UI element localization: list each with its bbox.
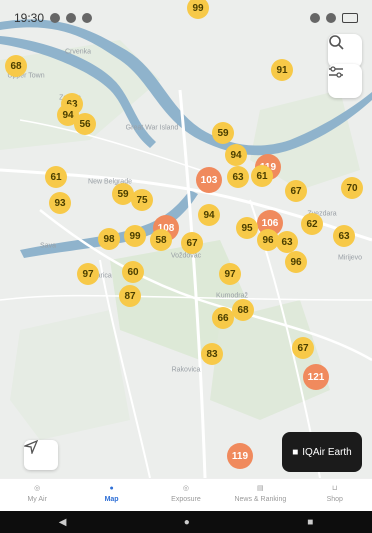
aqi-marker[interactable]: 67 xyxy=(181,232,203,254)
tab-map[interactable]: ● Map xyxy=(76,481,148,504)
tab-label: Shop xyxy=(326,496,343,503)
back-button[interactable]: ◀ xyxy=(59,517,67,528)
aqi-marker[interactable]: 103 xyxy=(196,167,222,193)
status-bar: 19:30 xyxy=(0,0,372,36)
tab-news-ranking[interactable]: ▤ News & Ranking xyxy=(224,481,296,503)
aqi-marker[interactable]: 94 xyxy=(225,144,247,166)
air-quality-map[interactable]: Crvenka Upper Town Zemun New Belgrade Gr… xyxy=(0,0,372,478)
aqi-marker[interactable]: 91 xyxy=(271,59,293,81)
filter-button[interactable] xyxy=(328,64,362,98)
aqi-marker[interactable]: 87 xyxy=(119,285,141,307)
tab-my-air[interactable]: ◎ My Air xyxy=(1,481,73,503)
aqi-marker[interactable]: 95 xyxy=(236,217,258,239)
globe-icon: ● xyxy=(109,484,114,492)
iqair-earth-button[interactable]: ■ IQAir Earth xyxy=(282,432,362,472)
aqi-marker[interactable]: 68 xyxy=(232,299,254,321)
system-navigation-bar: ◀ ● ■ xyxy=(0,511,372,533)
clock: 19:30 xyxy=(14,11,45,25)
aqi-marker[interactable]: 63 xyxy=(333,225,355,247)
aqi-marker[interactable]: 94 xyxy=(198,204,220,226)
alarm-icon xyxy=(310,13,320,23)
tab-label: Map xyxy=(104,496,119,503)
call-icon xyxy=(50,13,61,23)
earth-label: IQAir Earth xyxy=(302,446,352,458)
aqi-marker[interactable]: 62 xyxy=(301,213,323,235)
aqi-marker[interactable]: 68 xyxy=(5,55,27,77)
iqair-map-screen: Crvenka Upper Town Zemun New Belgrade Gr… xyxy=(0,0,372,533)
aqi-marker[interactable]: 58 xyxy=(150,229,172,251)
aqi-marker[interactable]: 121 xyxy=(303,364,329,390)
aqi-marker[interactable]: 63 xyxy=(276,231,298,253)
earth-icon: ■ xyxy=(292,446,299,458)
cart-icon: ⊔ xyxy=(332,485,338,492)
aqi-marker[interactable]: 56 xyxy=(74,113,96,135)
battery-icon xyxy=(342,13,358,23)
tab-label: News & Ranking xyxy=(234,496,287,503)
search-icon xyxy=(329,35,344,50)
aqi-marker[interactable]: 61 xyxy=(251,165,273,187)
search-button[interactable] xyxy=(328,34,362,68)
place-label: Great War Island xyxy=(125,124,179,132)
aqi-marker[interactable]: 98 xyxy=(98,228,120,250)
place-label: Voždovac xyxy=(170,252,202,260)
place-label: Rakovica xyxy=(171,366,201,374)
place-label: Sava xyxy=(40,242,56,250)
navigation-arrow-icon xyxy=(24,440,38,454)
message-icon xyxy=(82,13,93,23)
aqi-marker[interactable]: 61 xyxy=(45,166,67,188)
aqi-marker[interactable]: 93 xyxy=(49,192,71,214)
aqi-marker[interactable]: 96 xyxy=(285,251,307,273)
aqi-marker[interactable]: 119 xyxy=(227,443,253,469)
place-label: Crvenka xyxy=(64,48,92,56)
aqi-marker[interactable]: 60 xyxy=(122,261,144,283)
aqi-marker[interactable]: 67 xyxy=(292,337,314,359)
location-pin-icon: ◎ xyxy=(34,485,41,492)
aqi-marker[interactable]: 83 xyxy=(201,343,223,365)
tab-shop[interactable]: ⊔ Shop xyxy=(299,481,371,503)
signal-icon xyxy=(326,13,336,23)
chat-icon xyxy=(66,13,77,23)
home-button[interactable]: ● xyxy=(184,517,190,528)
news-icon: ▤ xyxy=(257,485,264,492)
aqi-marker[interactable]: 59 xyxy=(212,122,234,144)
aqi-marker[interactable]: 99 xyxy=(124,225,146,247)
aqi-marker[interactable]: 63 xyxy=(227,166,249,188)
tab-label: My Air xyxy=(27,496,47,503)
aqi-marker[interactable]: 70 xyxy=(341,177,363,199)
exposure-icon: ◎ xyxy=(182,485,190,492)
aqi-marker[interactable]: 75 xyxy=(131,189,153,211)
aqi-marker[interactable]: 97 xyxy=(77,263,99,285)
recents-button[interactable]: ■ xyxy=(307,517,313,528)
place-label: Mirijevo xyxy=(337,254,363,262)
bottom-navigation: ◎ My Air ● Map ◎ Exposure ▤ News & Ranki… xyxy=(0,478,372,511)
tab-label: Exposure xyxy=(171,496,201,503)
aqi-marker[interactable]: 66 xyxy=(212,307,234,329)
locate-me-button[interactable] xyxy=(24,440,58,470)
aqi-marker[interactable]: 97 xyxy=(219,263,241,285)
tab-exposure[interactable]: ◎ Exposure xyxy=(150,481,222,503)
filter-icon xyxy=(329,66,343,78)
aqi-marker[interactable]: 67 xyxy=(285,180,307,202)
